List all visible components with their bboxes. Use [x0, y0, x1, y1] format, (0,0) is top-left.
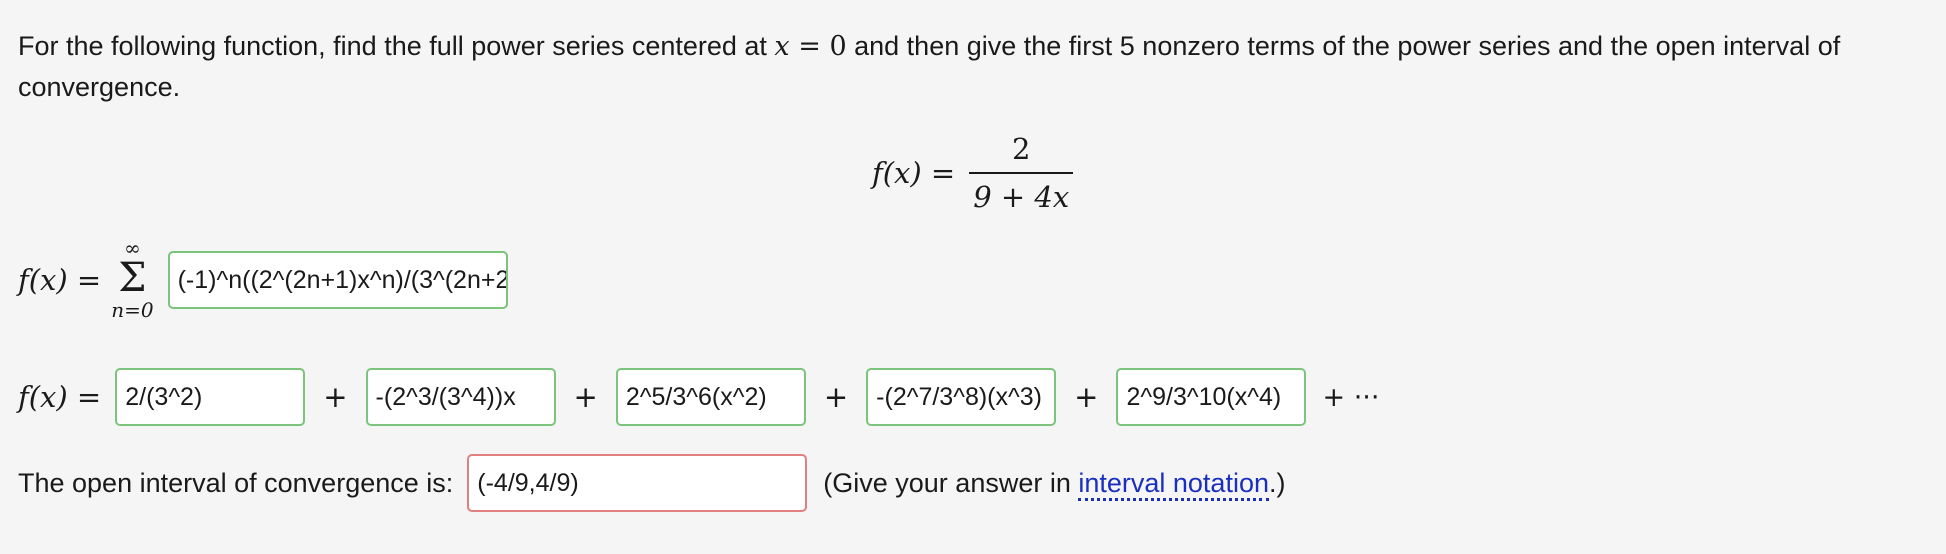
function-numerator: 2	[1012, 132, 1031, 166]
interval-row: The open interval of convergence is: (-4…	[18, 454, 1285, 512]
interval-answer-input[interactable]: (-4/9,4/9)	[467, 454, 808, 512]
term-1-input[interactable]: 2/(3^2)	[115, 368, 306, 426]
function-equation: f(x) = 2 9 + 4x	[872, 132, 1074, 214]
term-3-input[interactable]: 2^5/3^6(x^2)	[615, 368, 806, 426]
term-4-input[interactable]: -(2^7/3^8)(x^3)	[866, 368, 1057, 426]
prompt-math-variable: x	[774, 31, 790, 62]
series-row: f(x) = ∞ Σ n=0 (-1)^n((2^(2n+1)x^n)/(3^(…	[18, 238, 508, 322]
function-fraction: 2 9 + 4x	[969, 132, 1074, 214]
prompt-math-equals: = 0	[789, 31, 847, 62]
problem-prompt: For the following function, find the ful…	[18, 26, 1928, 107]
terms-lhs: f(x) =	[18, 380, 102, 414]
plus-sign: +	[573, 380, 598, 414]
series-lhs: f(x) =	[18, 263, 102, 297]
ellipsis: + ···	[1322, 381, 1380, 413]
summation-symbol: ∞ Σ n=0	[111, 238, 153, 322]
prompt-text-before: For the following function, find the ful…	[18, 31, 775, 61]
function-lhs: f(x) =	[872, 156, 956, 190]
plus-sign: +	[323, 380, 348, 414]
interval-label: The open interval of convergence is:	[18, 467, 454, 498]
hint-text-before: (Give your answer in	[823, 467, 1079, 498]
term-5-input[interactable]: 2^9/3^10(x^4)	[1116, 368, 1307, 426]
function-denominator: 9 + 4x	[969, 172, 1074, 214]
sigma-icon: Σ	[118, 255, 147, 301]
terms-row: f(x) = 2/(3^2) + -(2^3/(3^4))x + 2^5/3^6…	[18, 368, 1379, 426]
hint-text-after: .)	[1268, 467, 1286, 498]
plus-sign: +	[1074, 380, 1099, 414]
term-2-input[interactable]: -(2^3/(3^4))x	[365, 368, 556, 426]
interval-notation-link[interactable]: interval notation	[1078, 467, 1269, 501]
plus-sign: +	[823, 380, 849, 414]
series-answer-input[interactable]: (-1)^n((2^(2n+1)x^n)/(3^(2n+2)))	[167, 251, 508, 309]
interval-hint: (Give your answer in interval notation.)	[823, 467, 1286, 501]
summation-lower-limit: n=0	[111, 298, 154, 322]
